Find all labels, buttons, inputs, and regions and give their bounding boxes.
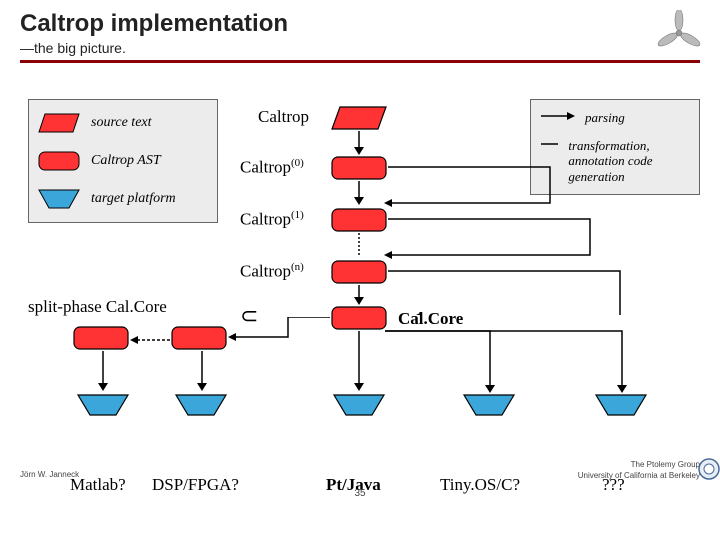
stage-caltropn: Caltrop(n) xyxy=(240,261,304,282)
dotted-arrow-icon xyxy=(352,233,366,257)
parallelogram-icon xyxy=(37,112,81,134)
propeller-icon xyxy=(656,10,702,61)
arrow-diag-qqq xyxy=(360,317,660,395)
footer-author: Jörn W. Janneck xyxy=(20,470,79,479)
stage-caltrop0: Caltrop(0) xyxy=(240,157,304,178)
seal-icon xyxy=(698,458,720,485)
platform-ptjava: Pt/Java xyxy=(326,475,381,495)
loop-back-arrow xyxy=(380,161,560,211)
arrow-down-matlab xyxy=(96,351,110,391)
caltrop-source-shape xyxy=(330,105,388,131)
legend-transform: transformation, annotation code generati… xyxy=(568,138,691,185)
legend-source-text: source text xyxy=(91,115,152,131)
dashed-arrow-icon xyxy=(130,335,170,345)
diagram-area: source text Caltrop AST target platform … xyxy=(0,69,720,499)
legend-caltrop-ast: Caltrop AST xyxy=(91,153,161,169)
stage-caltrop1: Caltrop(1) xyxy=(240,209,304,230)
stage-caltrop: Caltrop xyxy=(258,107,309,127)
loop-back-arrow-n xyxy=(380,265,630,315)
split-box-1 xyxy=(72,325,130,351)
platform-qqq-shape xyxy=(594,393,648,417)
platform-tinyos-shape xyxy=(462,393,516,417)
split-box-2 xyxy=(170,325,228,351)
platform-ptjava-shape xyxy=(332,393,386,417)
split-phase-label: split-phase Cal.Core xyxy=(28,297,167,317)
trapezoid-icon xyxy=(37,188,81,210)
legend-target-platform: target platform xyxy=(91,191,176,207)
legend-parsing: parsing xyxy=(585,110,625,126)
platform-matlab-shape xyxy=(76,393,130,417)
platform-dsp-shape xyxy=(174,393,228,417)
roundrect-icon xyxy=(37,150,81,172)
arrow-down-dsp xyxy=(195,351,209,391)
arrow-icon xyxy=(539,138,558,150)
page-subtitle: —the big picture. xyxy=(20,40,700,56)
arrow-left-icon xyxy=(228,317,330,341)
platform-dsp: DSP/FPGA? xyxy=(152,475,239,495)
footer-credits: The Ptolemy Group University of Californ… xyxy=(578,460,700,481)
legend-box: source text Caltrop AST target platform xyxy=(28,99,218,223)
header-rule xyxy=(20,60,700,63)
page-title: Caltrop implementation xyxy=(20,10,700,38)
arrow-down-icon xyxy=(352,131,366,155)
page-number: 35 xyxy=(354,488,365,499)
loop-back-arrow-1 xyxy=(380,213,600,263)
arrow-down-icon xyxy=(352,285,366,305)
platform-tinyos: Tiny.OS/C? xyxy=(440,475,520,495)
arrow-icon xyxy=(539,110,575,122)
